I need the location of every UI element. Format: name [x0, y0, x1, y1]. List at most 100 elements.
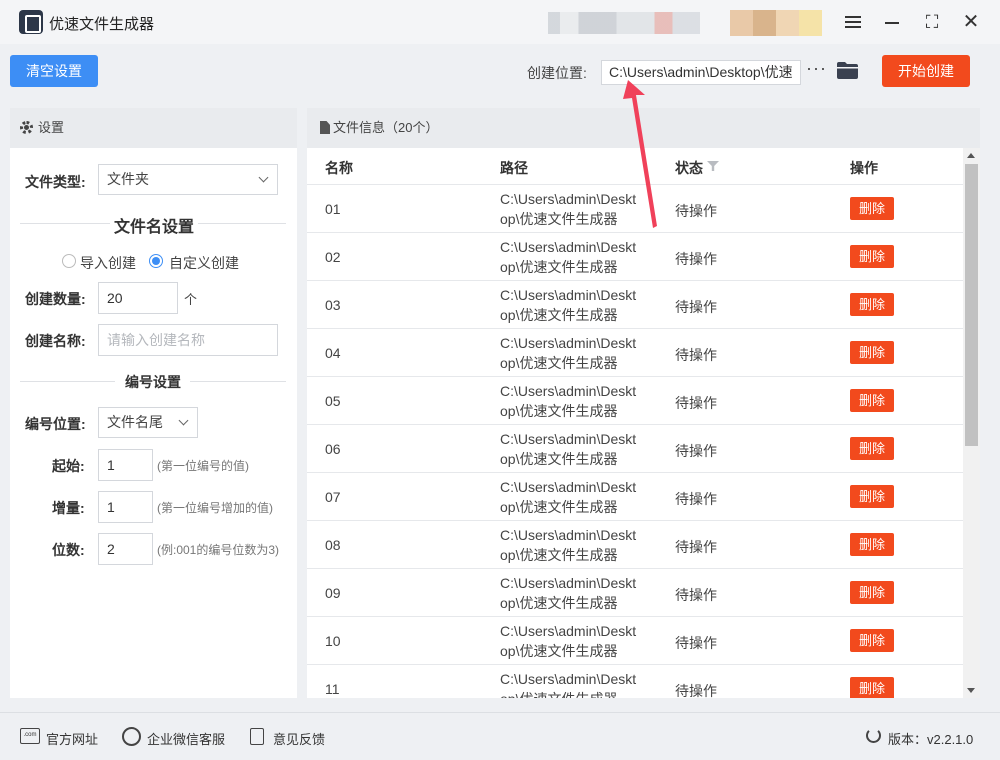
radio-custom-create[interactable]	[149, 254, 163, 268]
file-name-cell: 07	[325, 489, 341, 505]
num-position-label: 编号位置:	[25, 416, 86, 432]
table-row: 05 C:\Users\admin\Desktop\优速文件生成器 待操作 删除	[307, 377, 963, 425]
clear-settings-button[interactable]: 清空设置	[10, 55, 98, 87]
column-name: 名称	[325, 160, 353, 176]
wechat-icon[interactable]	[122, 727, 141, 746]
file-name-cell: 05	[325, 393, 341, 409]
file-table-body: 01 C:\Users\admin\Desktop\优速文件生成器 待操作 删除 02 C…	[307, 185, 963, 698]
file-path-cell: C:\Users\admin\Desktop\优速文件生成器	[500, 575, 637, 611]
file-status-cell: 待操作	[675, 203, 717, 219]
divider	[190, 381, 286, 382]
delete-button[interactable]: 删除	[850, 629, 894, 652]
file-status-cell: 待操作	[675, 635, 717, 651]
file-type-value: 文件夹	[107, 171, 149, 187]
digits-input[interactable]: 2	[98, 533, 153, 565]
column-status: 状态	[675, 160, 703, 176]
table-row: 02 C:\Users\admin\Desktop\优速文件生成器 待操作 删除	[307, 233, 963, 281]
chevron-down-icon	[258, 172, 269, 183]
wechat-service-link[interactable]: 企业微信客服	[147, 729, 225, 748]
filename-section-title: 文件名设置	[114, 219, 195, 236]
file-status-cell: 待操作	[675, 683, 717, 698]
table-row: 08 C:\Users\admin\Desktop\优速文件生成器 待操作 删除	[307, 521, 963, 569]
column-action: 操作	[850, 160, 878, 176]
file-status-cell: 待操作	[675, 395, 717, 411]
table-header: 名称 路径 状态 操作	[307, 148, 963, 185]
divider	[198, 223, 286, 224]
feedback-icon[interactable]	[250, 728, 264, 745]
blurred-user-info	[548, 12, 700, 34]
scrollbar-thumb[interactable]	[965, 164, 978, 446]
document-icon	[320, 121, 330, 134]
delete-button[interactable]: 删除	[850, 437, 894, 460]
toolbar: 清空设置 创建位置: C:\Users\admin\Desktop\优速 ···…	[0, 44, 1000, 100]
filter-icon[interactable]	[707, 161, 719, 171]
chevron-down-icon	[178, 415, 189, 426]
delete-button[interactable]: 删除	[850, 677, 894, 698]
file-list-header: 文件信息（20个）	[307, 108, 980, 148]
delete-button[interactable]: 删除	[850, 485, 894, 508]
file-path-cell: C:\Users\admin\Desktop\优速文件生成器	[500, 623, 637, 659]
location-input[interactable]: C:\Users\admin\Desktop\优速	[601, 60, 801, 85]
refresh-icon[interactable]	[866, 728, 881, 743]
count-label: 创建数量:	[25, 291, 86, 307]
start-create-button[interactable]: 开始创建	[882, 55, 970, 87]
file-status-cell: 待操作	[675, 251, 717, 267]
radio-import-label: 导入创建	[80, 255, 136, 271]
num-position-select[interactable]: 文件名尾	[98, 407, 198, 438]
num-position-value: 文件名尾	[107, 414, 163, 430]
close-icon[interactable]: ✕	[959, 10, 983, 34]
delete-button[interactable]: 删除	[850, 533, 894, 556]
scroll-up-icon[interactable]	[967, 153, 975, 158]
table-row: 07 C:\Users\admin\Desktop\优速文件生成器 待操作 删除	[307, 473, 963, 521]
settings-panel: 设置 文件类型: 文件夹 文件名设置 导入创建 自定义创建 创建数量: 20 个…	[10, 108, 297, 698]
website-link[interactable]: 官方网址	[46, 729, 98, 748]
delete-button[interactable]: 删除	[850, 341, 894, 364]
scroll-down-icon[interactable]	[967, 688, 975, 693]
name-input[interactable]: 请输入创建名称	[98, 324, 278, 356]
footer: .com 官方网址 企业微信客服 意见反馈 版本：v2.2.1.0	[0, 712, 1000, 760]
more-options-button[interactable]: ···	[806, 58, 827, 79]
file-path-cell: C:\Users\admin\Desktop\优速文件生成器	[500, 191, 637, 227]
file-status-cell: 待操作	[675, 299, 717, 315]
folder-icon[interactable]	[837, 62, 858, 79]
file-type-select[interactable]: 文件夹	[98, 164, 278, 195]
settings-title: 设置	[38, 120, 65, 135]
table-row: 11 C:\Users\admin\Desktop\优速文件生成器 待操作 删除	[307, 665, 963, 698]
file-name-cell: 11	[325, 681, 340, 697]
vertical-scrollbar[interactable]	[963, 148, 980, 698]
delete-button[interactable]: 删除	[850, 389, 894, 412]
file-path-cell: C:\Users\admin\Desktop\优速文件生成器	[500, 431, 637, 467]
website-icon[interactable]: .com	[20, 728, 40, 744]
app-title: 优速文件生成器	[49, 16, 155, 33]
increment-input[interactable]: 1	[98, 491, 153, 523]
count-input[interactable]: 20	[98, 282, 178, 314]
file-list-panel: 文件信息（20个） 名称 路径 状态 操作 01 C:\Users\admin\D…	[307, 108, 980, 698]
maximize-icon[interactable]: ⛶	[920, 10, 944, 34]
minimize-icon[interactable]	[880, 10, 904, 34]
file-status-cell: 待操作	[675, 491, 717, 507]
radio-custom-label: 自定义创建	[169, 255, 239, 271]
radio-import-create[interactable]	[62, 254, 76, 268]
blurred-avatar	[730, 10, 822, 36]
file-name-cell: 04	[325, 345, 341, 361]
file-name-cell: 10	[325, 633, 341, 649]
delete-button[interactable]: 删除	[850, 581, 894, 604]
delete-button[interactable]: 删除	[850, 245, 894, 268]
delete-button[interactable]: 删除	[850, 293, 894, 316]
file-path-cell: C:\Users\admin\Desktop\优速文件生成器	[500, 335, 637, 371]
file-name-cell: 02	[325, 249, 341, 265]
column-path: 路径	[500, 160, 528, 176]
start-input[interactable]: 1	[98, 449, 153, 481]
file-status-cell: 待操作	[675, 539, 717, 555]
feedback-link[interactable]: 意见反馈	[273, 729, 325, 748]
app-logo-icon	[19, 10, 43, 34]
numbering-section-title: 编号设置	[125, 374, 181, 390]
menu-icon[interactable]	[841, 10, 865, 34]
file-path-cell: C:\Users\admin\Desktop\优速文件生成器	[500, 527, 637, 563]
table-row: 03 C:\Users\admin\Desktop\优速文件生成器 待操作 删除	[307, 281, 963, 329]
file-name-cell: 03	[325, 297, 341, 313]
file-name-cell: 08	[325, 537, 341, 553]
delete-button[interactable]: 删除	[850, 197, 894, 220]
file-name-cell: 09	[325, 585, 341, 601]
file-name-cell: 01	[325, 201, 341, 217]
